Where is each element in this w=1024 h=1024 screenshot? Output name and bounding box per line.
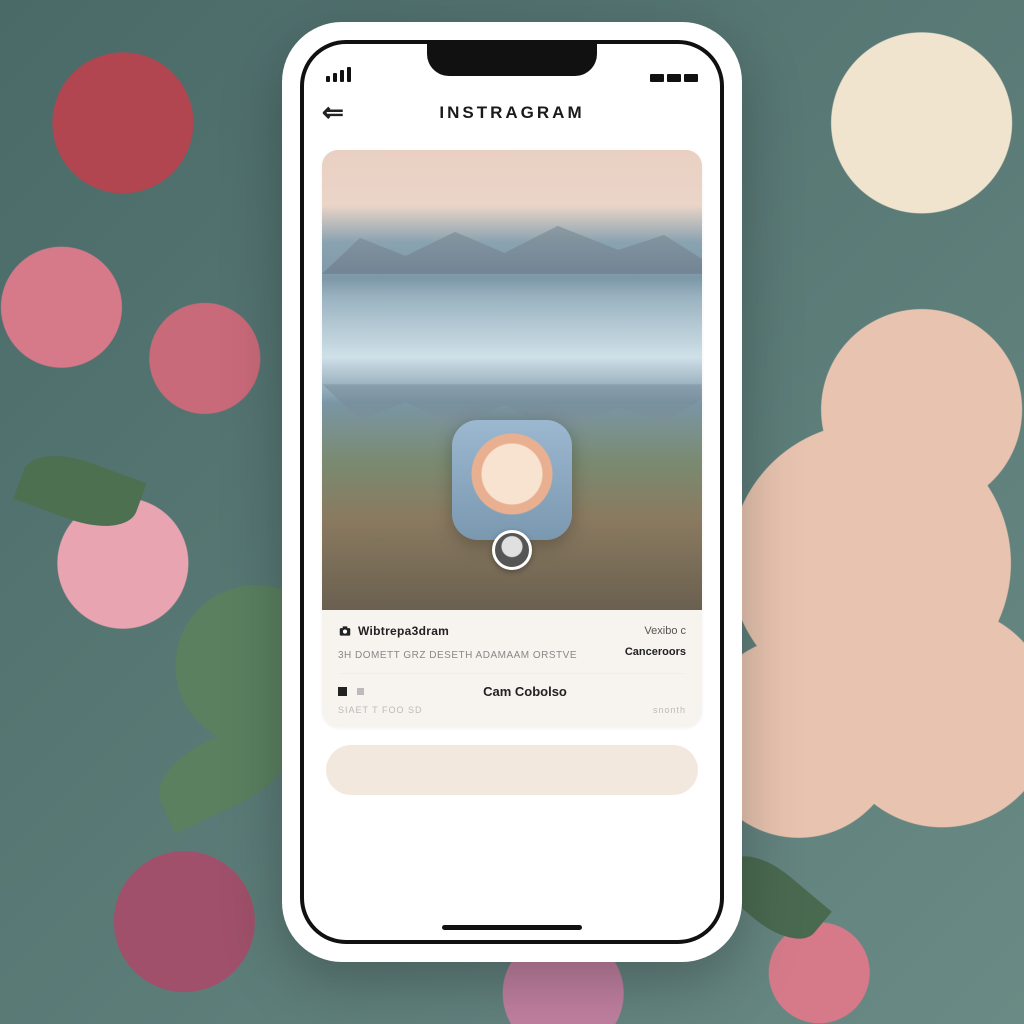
- comment-subtext-right: snonth: [653, 705, 686, 715]
- overlay-thumbnail[interactable]: [452, 420, 572, 540]
- phone-frame: ⇐ INSTRAGRAM Wibtrepa3dram Vexibo c: [282, 22, 742, 962]
- home-indicator[interactable]: [442, 925, 582, 930]
- post-action[interactable]: Canceroors: [625, 646, 686, 658]
- post-meta: Wibtrepa3dram Vexibo c 3H DOMETT GRZ DES…: [322, 610, 702, 727]
- camera-icon: [338, 624, 352, 638]
- comment-input[interactable]: [326, 745, 698, 795]
- comment-username[interactable]: Cam Cobolso: [374, 684, 676, 699]
- app-header: ⇐ INSTRAGRAM: [304, 84, 720, 142]
- divider: [338, 673, 686, 674]
- app-title: INSTRAGRAM: [439, 103, 584, 123]
- comment-subtext-left: SIAET T FOO SD: [338, 705, 423, 715]
- avatar-icon[interactable]: [492, 530, 532, 570]
- indicator-icon: [338, 687, 347, 696]
- comment-input-wrap: [326, 745, 698, 795]
- post-card: Wibtrepa3dram Vexibo c 3H DOMETT GRZ DES…: [322, 150, 702, 727]
- post-username[interactable]: Wibtrepa3dram: [338, 624, 449, 638]
- phone-screen: ⇐ INSTRAGRAM Wibtrepa3dram Vexibo c: [300, 40, 724, 944]
- comment-row: Cam Cobolso: [338, 684, 686, 699]
- back-button[interactable]: ⇐: [322, 97, 344, 128]
- post-image[interactable]: [322, 150, 702, 610]
- username-text: Wibtrepa3dram: [358, 624, 449, 638]
- battery-icon: [650, 74, 698, 82]
- phone-notch: [427, 42, 597, 76]
- signal-icon: [326, 67, 351, 82]
- post-location[interactable]: Vexibo c: [644, 625, 686, 637]
- indicator-icon-2: [357, 688, 364, 695]
- post-caption: 3H DOMETT GRZ DESETH ADAMAAM ORSTVE: [338, 650, 577, 661]
